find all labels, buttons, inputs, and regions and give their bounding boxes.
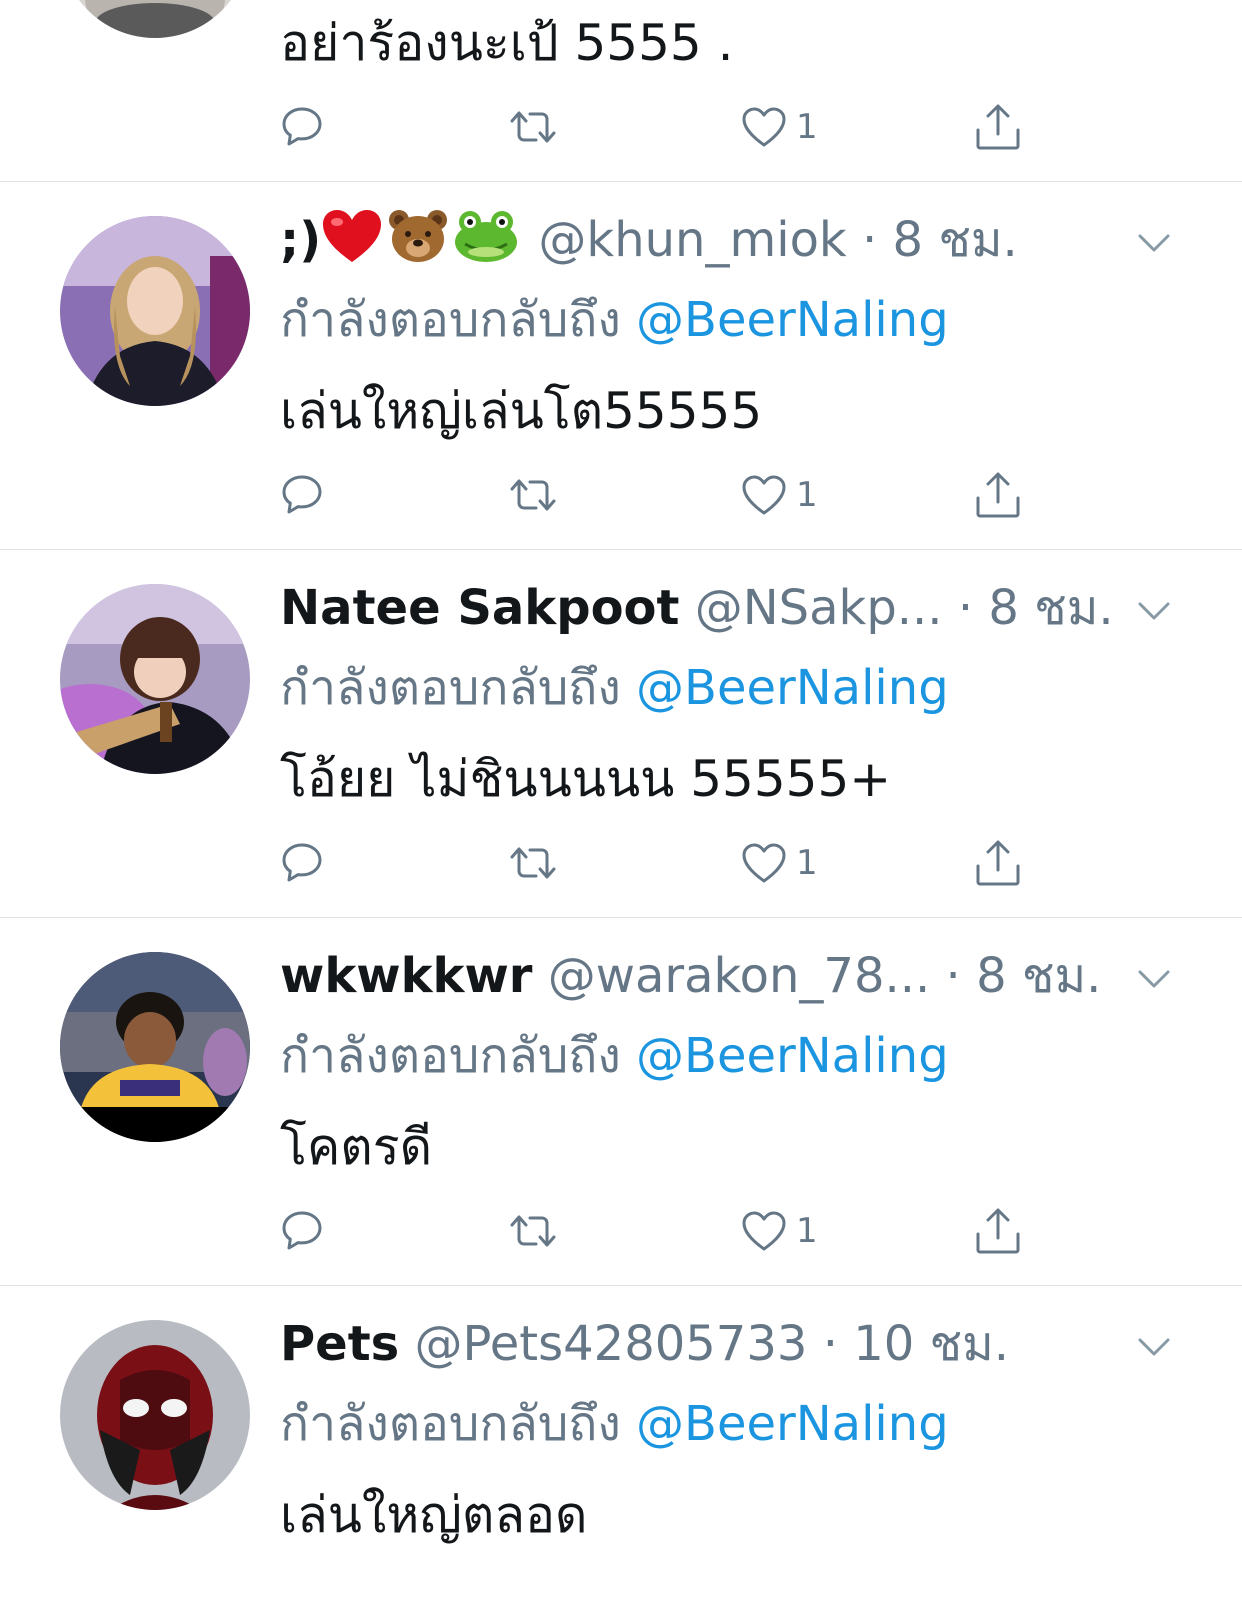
avatar[interactable]	[60, 0, 250, 38]
display-name[interactable]: Natee Sakpoot	[280, 580, 679, 636]
mention-link[interactable]: @BeerNaling	[636, 660, 949, 716]
display-name[interactable]: ;)	[280, 212, 321, 268]
retweet-icon	[510, 847, 556, 879]
like-count: 1	[796, 475, 818, 515]
like-count: 1	[796, 1211, 818, 1251]
avatar[interactable]	[60, 584, 250, 774]
reply-icon	[282, 843, 322, 882]
like-button[interactable]: 1	[740, 1203, 818, 1259]
heart-icon	[742, 475, 786, 515]
reply-icon	[282, 1211, 322, 1250]
user-handle[interactable]: @warakon_78...	[548, 948, 931, 1004]
reply-context: กำลังตอบกลับถึง @BeerNaling	[280, 1024, 949, 1088]
like-count: 1	[796, 843, 818, 883]
tweet-3[interactable]: wkwkkwr @warakon_78... · 8 ชม. กำลังตอบก…	[0, 918, 1242, 1286]
reply-context: กำลังตอบกลับถึง @BeerNaling	[280, 288, 949, 352]
avatar[interactable]	[60, 1320, 250, 1510]
share-icon	[976, 472, 1020, 518]
mention-link[interactable]: @BeerNaling	[636, 1396, 949, 1452]
tweet-header: wkwkkwr @warakon_78... · 8 ชม.	[280, 944, 1112, 1008]
mention-link[interactable]: @BeerNaling	[636, 292, 949, 348]
tweet-actions: 1	[280, 1203, 1040, 1259]
separator-dot: ·	[822, 1316, 838, 1372]
timestamp[interactable]: 8 ชม.	[976, 948, 1101, 1004]
bear-emoji	[389, 210, 448, 262]
reply-feed: อย่าร้องนะเป้ 5555 . 1 ;) @khun_miok · 8…	[0, 0, 1242, 1600]
tweet-header: Natee Sakpoot @NSakp... · 8 ชม.	[280, 576, 1112, 640]
heart-icon	[742, 1211, 786, 1251]
share-button[interactable]	[974, 99, 1022, 155]
mention-link[interactable]: @BeerNaling	[636, 1028, 949, 1084]
share-icon	[976, 840, 1020, 886]
avatar[interactable]	[60, 952, 250, 1142]
tweet-header: Pets @Pets42805733 · 10 ชม.	[280, 1312, 1112, 1376]
share-icon	[976, 104, 1020, 150]
timestamp[interactable]: 8 ชม.	[893, 212, 1018, 268]
chevron-down-icon[interactable]	[1134, 1326, 1174, 1366]
reply-prefix: กำลังตอบกลับถึง	[280, 292, 621, 348]
tweet-body: โคตรดี	[280, 1118, 433, 1176]
user-handle[interactable]: @Pets42805733	[415, 1316, 808, 1372]
separator-dot: ·	[957, 580, 974, 636]
tweet-body: อย่าร้องนะเป้ 5555 .	[280, 14, 734, 72]
reply-button[interactable]	[280, 99, 324, 155]
heart-icon	[742, 843, 786, 883]
timestamp[interactable]: 10 ชม.	[853, 1316, 1009, 1372]
tweet-actions: 1	[280, 99, 1040, 155]
separator-dot: ·	[862, 212, 878, 268]
user-handle[interactable]: @NSakp...	[695, 580, 943, 636]
retweet-button[interactable]	[506, 99, 560, 155]
share-button[interactable]	[974, 467, 1022, 523]
like-count: 1	[796, 107, 818, 147]
separator-dot: ·	[945, 948, 961, 1004]
share-button[interactable]	[974, 835, 1022, 891]
tweet-4[interactable]: Pets @Pets42805733 · 10 ชม. กำลังตอบกลับ…	[0, 1286, 1242, 1600]
retweet-button[interactable]	[506, 1203, 560, 1259]
tweet-header: ;) @khun_miok · 8 ชม.	[280, 208, 1112, 272]
reply-prefix: กำลังตอบกลับถึง	[280, 660, 621, 716]
reply-prefix: กำลังตอบกลับถึง	[280, 1396, 621, 1452]
retweet-icon	[510, 479, 556, 511]
tweet-actions: 1	[280, 467, 1040, 523]
share-button[interactable]	[974, 1203, 1022, 1259]
tweet-body: เล่นใหญ่เล่นโต55555	[280, 382, 763, 440]
tweet-0[interactable]: อย่าร้องนะเป้ 5555 . 1	[0, 0, 1242, 182]
avatar[interactable]	[60, 216, 250, 406]
chevron-down-icon[interactable]	[1134, 958, 1174, 998]
reply-button[interactable]	[280, 835, 324, 891]
retweet-button[interactable]	[506, 467, 560, 523]
like-button[interactable]: 1	[740, 467, 818, 523]
retweet-icon	[510, 111, 556, 143]
frog-emoji	[455, 211, 518, 262]
user-handle[interactable]: @khun_miok	[538, 212, 846, 268]
retweet-button[interactable]	[506, 835, 560, 891]
tweet-body: โอ้ยย ไม่ชินนนนน 55555+	[280, 750, 892, 808]
display-name[interactable]: wkwkkwr	[280, 948, 532, 1004]
tweet-body: เล่นใหญ่ตลอด	[280, 1486, 588, 1544]
reply-icon	[282, 107, 322, 146]
like-button[interactable]: 1	[740, 835, 818, 891]
like-button[interactable]: 1	[740, 99, 818, 155]
tweet-actions: 1	[280, 835, 1040, 891]
reply-context: กำลังตอบกลับถึง @BeerNaling	[280, 1392, 949, 1456]
display-name[interactable]: Pets	[280, 1316, 399, 1372]
tweet-1[interactable]: ;) @khun_miok · 8 ชม. กำลังตอบกลับถึง @B…	[0, 182, 1242, 550]
red-heart-emoji	[323, 210, 382, 262]
reply-icon	[282, 475, 322, 514]
tweet-2[interactable]: Natee Sakpoot @NSakp... · 8 ชม. กำลังตอบ…	[0, 550, 1242, 918]
reply-context: กำลังตอบกลับถึง @BeerNaling	[280, 656, 949, 720]
reply-button[interactable]	[280, 1203, 324, 1259]
heart-icon	[742, 107, 786, 147]
chevron-down-icon[interactable]	[1134, 590, 1174, 630]
chevron-down-icon[interactable]	[1134, 222, 1174, 262]
retweet-icon	[510, 1215, 556, 1247]
reply-prefix: กำลังตอบกลับถึง	[280, 1028, 621, 1084]
timestamp[interactable]: 8 ชม.	[988, 580, 1112, 636]
share-icon	[976, 1208, 1020, 1254]
reply-button[interactable]	[280, 467, 324, 523]
